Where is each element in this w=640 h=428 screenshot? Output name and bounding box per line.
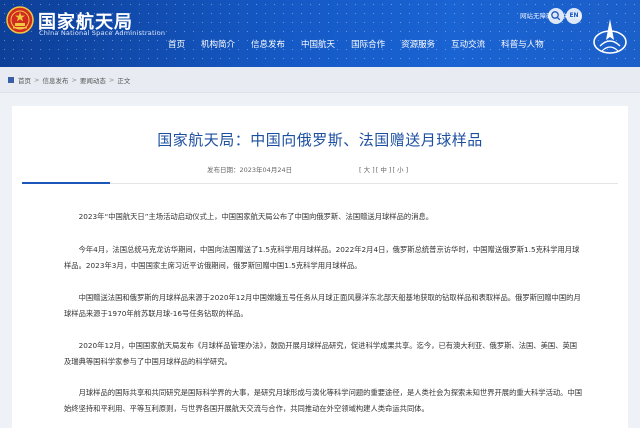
article-title: 国家航天局：中国向俄罗斯、法国赠送月球样品 [157, 131, 483, 149]
article-paragraph: 2020年12月，中国国家航天局发布《月球样品管理办法》，鼓励开展月球样品研究，… [64, 341, 578, 366]
font-size-small[interactable]: [ 小 ] [392, 164, 408, 174]
nav-news[interactable]: 信息发布 [243, 38, 293, 52]
national-emblem-icon [6, 6, 34, 34]
article-paragraph: 中国赠送法国和俄罗斯的月球样品来源于2020年12月中国嫦娥五号任务从月球正面风… [64, 293, 581, 318]
breadcrumb-home-icon [8, 76, 14, 83]
nav-resources[interactable]: 资源服务 [393, 38, 443, 52]
font-size-medium[interactable]: [ 中 ] [376, 164, 392, 174]
article-paragraph: 月球样品的国际共享和共同研究是国际科学界的大事，是研究月球形成与演化等科学问题的… [64, 388, 583, 413]
main-nav: 首页 机构简介 信息发布 中国航天 国际合作 资源服务 互动交流 科普与人物 [160, 38, 552, 52]
font-size-switch: [ 大 ] [ 中 ] [ 小 ] [359, 164, 408, 174]
breadcrumb-current: 正文 [117, 76, 131, 85]
breadcrumb: 首页 > 信息发布 > 要闻动态 > 正文 [0, 67, 640, 93]
search-icon [551, 11, 561, 21]
site-header: 国家航天局 China National Space Administratio… [0, 0, 640, 67]
nav-interaction[interactable]: 互动交流 [443, 38, 493, 52]
site-name-english: China National Space Administration [39, 29, 166, 37]
agency-logo-icon [593, 19, 627, 54]
breadcrumb-separator: > [34, 75, 40, 84]
title-divider [22, 182, 618, 184]
breadcrumb-separator: > [71, 75, 77, 84]
language-switch-button[interactable]: EN [566, 8, 582, 24]
article-paragraph: 2023年“中国航天日”主场活动启动仪式上，中国国家航天局公布了中国向俄罗斯、法… [78, 212, 434, 221]
search-button[interactable] [548, 8, 564, 24]
breadcrumb-home[interactable]: 首页 [18, 75, 31, 85]
breadcrumb-headlines[interactable]: 要闻动态 [80, 75, 106, 85]
nav-international[interactable]: 国际合作 [343, 38, 393, 52]
nav-science[interactable]: 科普与人物 [493, 38, 552, 52]
breadcrumb-news[interactable]: 信息发布 [42, 75, 68, 85]
nav-home[interactable]: 首页 [160, 38, 193, 52]
article-paragraph: 今年4月，法国总统马克龙访华期间，中国向法国赠送了1.5克科学用月球样品。202… [64, 245, 580, 270]
nav-china-space[interactable]: 中国航天 [293, 38, 343, 52]
publish-date: 发布日期：2023年04月24日 [207, 166, 293, 174]
article-card: 国家航天局：中国向俄罗斯、法国赠送月球样品 发布日期：2023年04月24日 [… [12, 106, 628, 428]
breadcrumb-separator: > [108, 75, 115, 84]
font-size-large[interactable]: [ 大 ] [359, 164, 375, 174]
nav-about[interactable]: 机构简介 [193, 38, 243, 52]
